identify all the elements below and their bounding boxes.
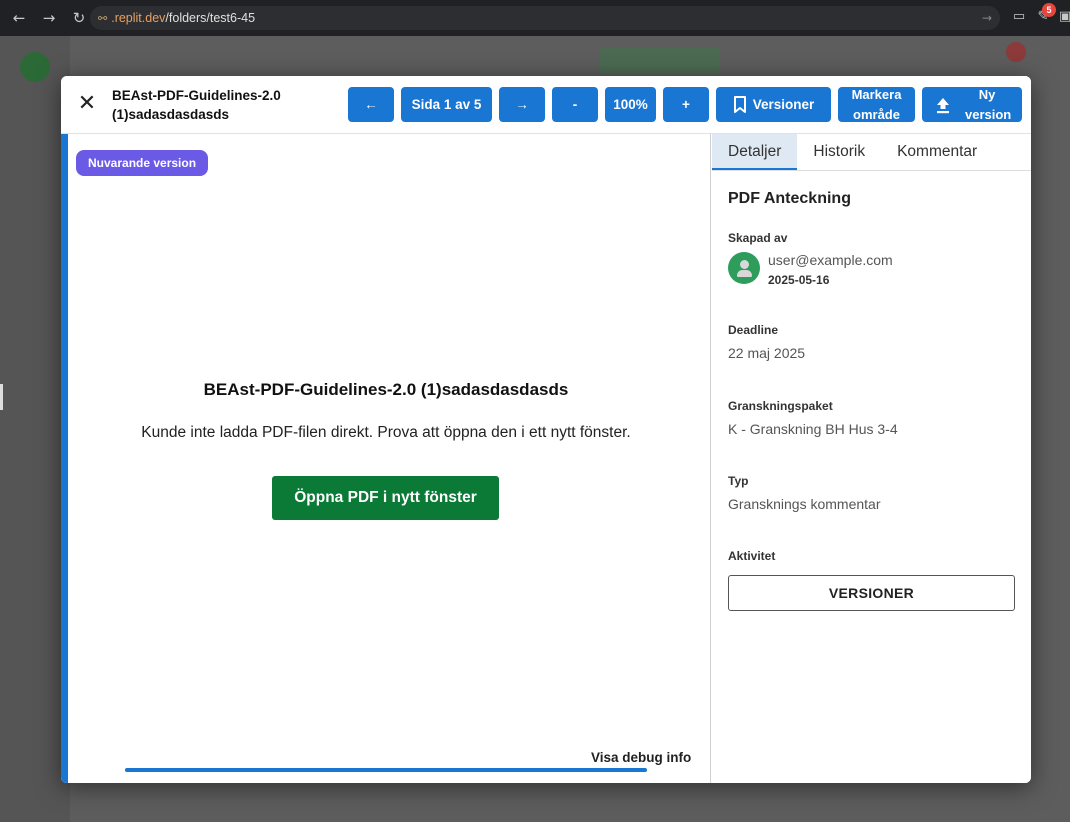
type-value: Gransknings kommentar: [728, 496, 881, 512]
url-host: .replit.dev: [111, 11, 166, 25]
close-icon[interactable]: ✕: [75, 92, 99, 116]
sidebar-icon[interactable]: ▣: [1056, 9, 1070, 27]
new-version-label: Ny version: [965, 86, 1012, 122]
app-logo: [20, 52, 50, 82]
modal-header: ✕ BEAst-PDF-Guidelines-2.0 (1)sadasdasda…: [61, 76, 1031, 134]
zoom-out-button[interactable]: -: [552, 87, 598, 122]
current-version-accent: [61, 134, 68, 783]
activity-label: Aktivitet: [728, 549, 776, 563]
review-package-value: K - Granskning BH Hus 3-4: [728, 421, 898, 437]
app-sidebar: [0, 36, 70, 822]
prev-page-button[interactable]: ←: [348, 87, 394, 122]
forward-icon[interactable]: →: [38, 7, 60, 29]
person-icon: [739, 260, 749, 269]
show-debug-info-link[interactable]: Visa debug info: [591, 750, 691, 765]
viewer-document-title: BEAst-PDF-Guidelines-2.0 (1)sadasdasdasd…: [203, 380, 569, 399]
reload-icon[interactable]: ↻: [68, 7, 90, 29]
upload-icon: [937, 97, 949, 113]
bookmark-icon: [733, 95, 746, 113]
avatar: [728, 252, 760, 284]
zoom-in-button[interactable]: +: [663, 87, 709, 122]
loading-progress-fill: [125, 768, 647, 772]
back-icon[interactable]: ←: [8, 7, 30, 29]
annotation-title: PDF Anteckning: [728, 190, 851, 207]
document-title: BEAst-PDF-Guidelines-2.0 (1)sadasdasdasd…: [112, 88, 281, 122]
details-tabs: Detaljer Historik Kommentar: [712, 134, 1031, 171]
cast-icon[interactable]: ▭: [1010, 9, 1028, 27]
site-info-icon[interactable]: ⚯: [98, 12, 107, 25]
versions-button-label: Versioner: [752, 96, 815, 112]
tab-historik[interactable]: Historik: [797, 134, 881, 170]
created-date: 2025-05-16: [768, 273, 830, 287]
deadline-label: Deadline: [728, 323, 779, 337]
tab-detaljer[interactable]: Detaljer: [712, 134, 798, 170]
open-pdf-new-window-button[interactable]: Öppna PDF i nytt fönster: [272, 476, 499, 520]
loading-progress-bar: [125, 768, 647, 772]
tab-kommentar[interactable]: Kommentar: [881, 134, 993, 170]
address-bar[interactable]: ⚯ .replit.dev/folders/test6-45 →: [90, 6, 1000, 30]
created-by-label: Skapad av: [728, 231, 788, 245]
browser-toolbar: ← → ↻ ⚯ .replit.dev/folders/test6-45 → ▭…: [0, 0, 1070, 36]
url-path: /folders/test6-45: [165, 11, 256, 25]
load-error-message: Kunde inte ladda PDF-filen direkt. Prova…: [141, 424, 631, 441]
app-notification-badge: [1006, 42, 1026, 62]
zoom-level-button[interactable]: 100%: [605, 87, 656, 122]
next-page-button[interactable]: →: [499, 87, 545, 122]
go-icon[interactable]: →: [982, 11, 992, 25]
app-topbar-button: [600, 48, 720, 74]
window-edge: [0, 384, 3, 410]
person-icon-body: [736, 270, 752, 277]
deadline-value: 22 maj 2025: [728, 345, 806, 361]
versions-button[interactable]: Versioner: [716, 87, 831, 122]
extension-badge: 5: [1042, 3, 1056, 17]
pdf-viewer-modal: ✕ BEAst-PDF-Guidelines-2.0 (1)sadasdasda…: [61, 76, 1031, 783]
page-indicator[interactable]: Sida 1 av 5: [401, 87, 492, 122]
type-label: Typ: [728, 474, 749, 488]
creator-email: user@example.com: [768, 252, 893, 268]
pdf-viewer-area: Nuvarande version BEAst-PDF-Guidelines-2…: [61, 134, 711, 783]
new-version-button[interactable]: Ny version: [922, 87, 1022, 122]
activity-versions-button[interactable]: VERSIONER: [728, 575, 1015, 611]
details-panel: Detaljer Historik Kommentar PDF Anteckni…: [712, 134, 1031, 783]
current-version-chip: Nuvarande version: [76, 150, 209, 176]
mark-area-button[interactable]: Markera område: [838, 87, 915, 122]
review-package-label: Granskningspaket: [728, 399, 833, 413]
